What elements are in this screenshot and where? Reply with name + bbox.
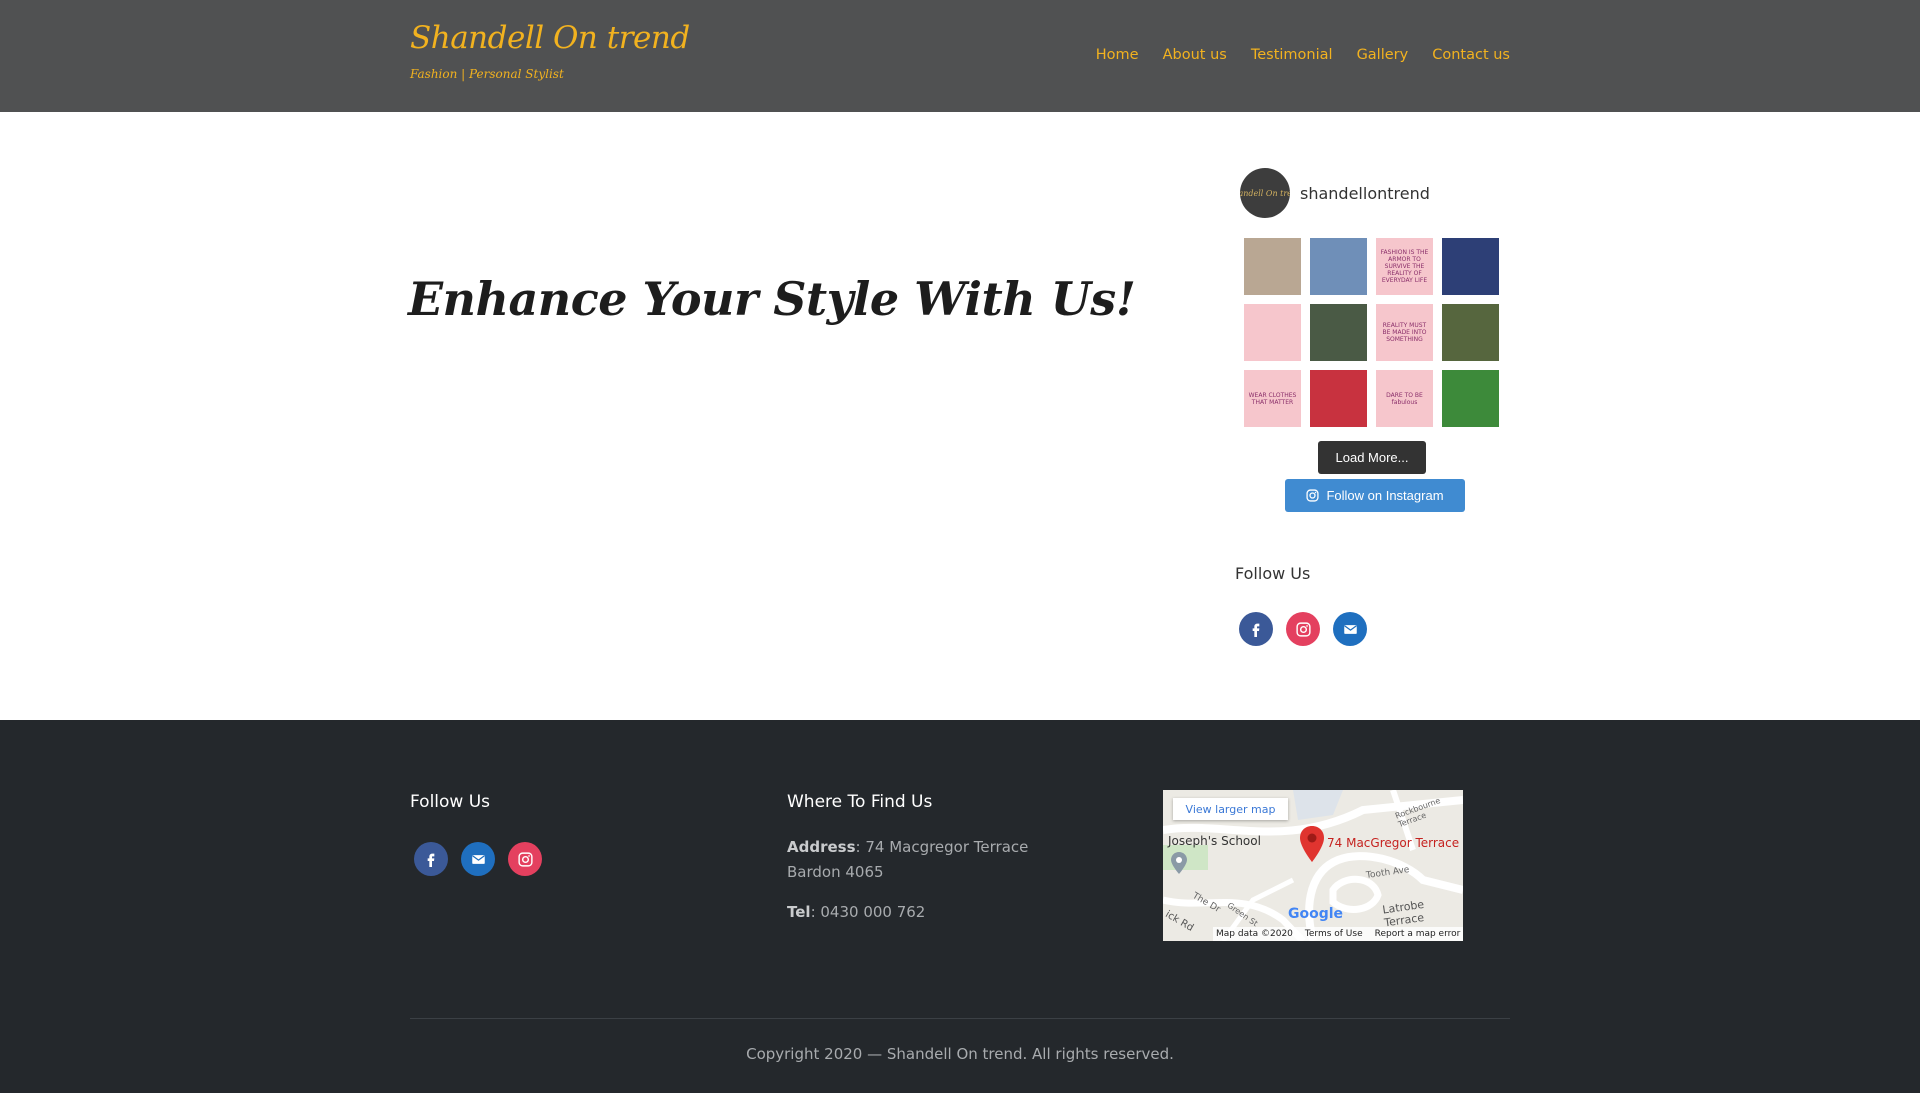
brand-title[interactable]: Shandell On trend: [410, 20, 690, 56]
instagram-avatar-text: Shandell On trend: [1240, 188, 1290, 198]
address-line-2: Bardon 4065: [787, 863, 884, 881]
instagram-avatar[interactable]: Shandell On trend: [1240, 168, 1290, 218]
follow-on-instagram-button[interactable]: Follow on Instagram: [1285, 479, 1465, 512]
instagram-photo[interactable]: [1310, 304, 1367, 361]
map-pin-icon[interactable]: [1299, 826, 1325, 862]
instagram-photo[interactable]: FASHION IS THE ARMOR TO SURVIVE THE REAL…: [1376, 238, 1433, 295]
google-map[interactable]: View larger map Joseph's School 74 MacGr…: [1163, 790, 1463, 941]
google-logo: Google: [1288, 906, 1344, 922]
email-icon[interactable]: [1333, 612, 1367, 646]
nav-about-us[interactable]: About us: [1163, 47, 1227, 63]
tel-label: Tel: [787, 903, 811, 921]
footer-divider: [410, 1018, 1510, 1019]
facebook-icon[interactable]: [414, 842, 448, 876]
site-header: Shandell On trend Fashion | Personal Sty…: [0, 0, 1920, 112]
copyright-text: Copyright 2020 — Shandell On trend. All …: [746, 1045, 1174, 1063]
map-data-text: Map data ©2020: [1216, 929, 1293, 939]
map-report-link[interactable]: Report a map error: [1375, 929, 1461, 939]
instagram-grid: FASHION IS THE ARMOR TO SURVIVE THE REAL…: [1244, 238, 1499, 427]
footer-address: Address: 74 Macgregor Terrace Bardon 406…: [787, 835, 1028, 885]
instagram-username[interactable]: shandellontrend: [1300, 184, 1430, 203]
facebook-icon[interactable]: [1239, 612, 1273, 646]
instagram-icon[interactable]: [1286, 612, 1320, 646]
instagram-photo[interactable]: DARE TO BE fabulous: [1376, 370, 1433, 427]
main-nav: Home About us Testimonial Gallery Contac…: [1096, 47, 1510, 63]
instagram-icon: [1306, 489, 1320, 502]
map-location-icon: [1171, 852, 1187, 874]
footer-follow-title: Follow Us: [410, 792, 491, 812]
instagram-photo[interactable]: [1310, 238, 1367, 295]
hero-title: Enhance Your Style With Us!: [408, 272, 1136, 326]
footer-telephone: Tel: 0430 000 762: [787, 900, 925, 925]
instagram-photo[interactable]: [1310, 370, 1367, 427]
map-terms-link[interactable]: Terms of Use: [1305, 929, 1363, 939]
instagram-photo[interactable]: [1442, 304, 1499, 361]
sidebar-follow-title: Follow Us: [1235, 564, 1311, 583]
map-place-school: Joseph's School: [1168, 834, 1261, 848]
address-label: Address: [787, 838, 856, 856]
nav-home[interactable]: Home: [1096, 47, 1139, 63]
instagram-photo[interactable]: WEAR CLOTHES THAT MATTER: [1244, 370, 1301, 427]
instagram-icon[interactable]: [508, 842, 542, 876]
instagram-photo[interactable]: [1442, 238, 1499, 295]
footer-find-title: Where To Find Us: [787, 792, 933, 812]
instagram-photo[interactable]: REALITY MUST BE MADE INTO SOMETHING: [1376, 304, 1433, 361]
view-larger-map-link[interactable]: View larger map: [1173, 798, 1288, 820]
email-icon[interactable]: [461, 842, 495, 876]
load-more-button[interactable]: Load More...: [1318, 441, 1426, 474]
instagram-feed-header: Shandell On trend shandellontrend: [1240, 168, 1430, 218]
address-line-1: : 74 Macgregor Terrace: [855, 838, 1029, 856]
sidebar-social-icons: [1239, 612, 1367, 646]
brand-tagline: Fashion | Personal Stylist: [410, 67, 564, 81]
follow-on-instagram-label: Follow on Instagram: [1326, 488, 1444, 503]
instagram-photo[interactable]: [1244, 238, 1301, 295]
footer-social-icons: [414, 842, 542, 876]
instagram-photo[interactable]: [1244, 304, 1301, 361]
map-pin-label: 74 MacGregor Terrace: [1327, 836, 1460, 850]
instagram-photo[interactable]: [1442, 370, 1499, 427]
nav-contact-us[interactable]: Contact us: [1432, 47, 1510, 63]
tel-value: : 0430 000 762: [810, 903, 926, 921]
site-footer: [0, 720, 1920, 1093]
nav-gallery[interactable]: Gallery: [1357, 47, 1409, 63]
map-footer: Map data ©2020 Terms of Use Report a map…: [1213, 927, 1463, 941]
nav-testimonial[interactable]: Testimonial: [1251, 47, 1333, 63]
